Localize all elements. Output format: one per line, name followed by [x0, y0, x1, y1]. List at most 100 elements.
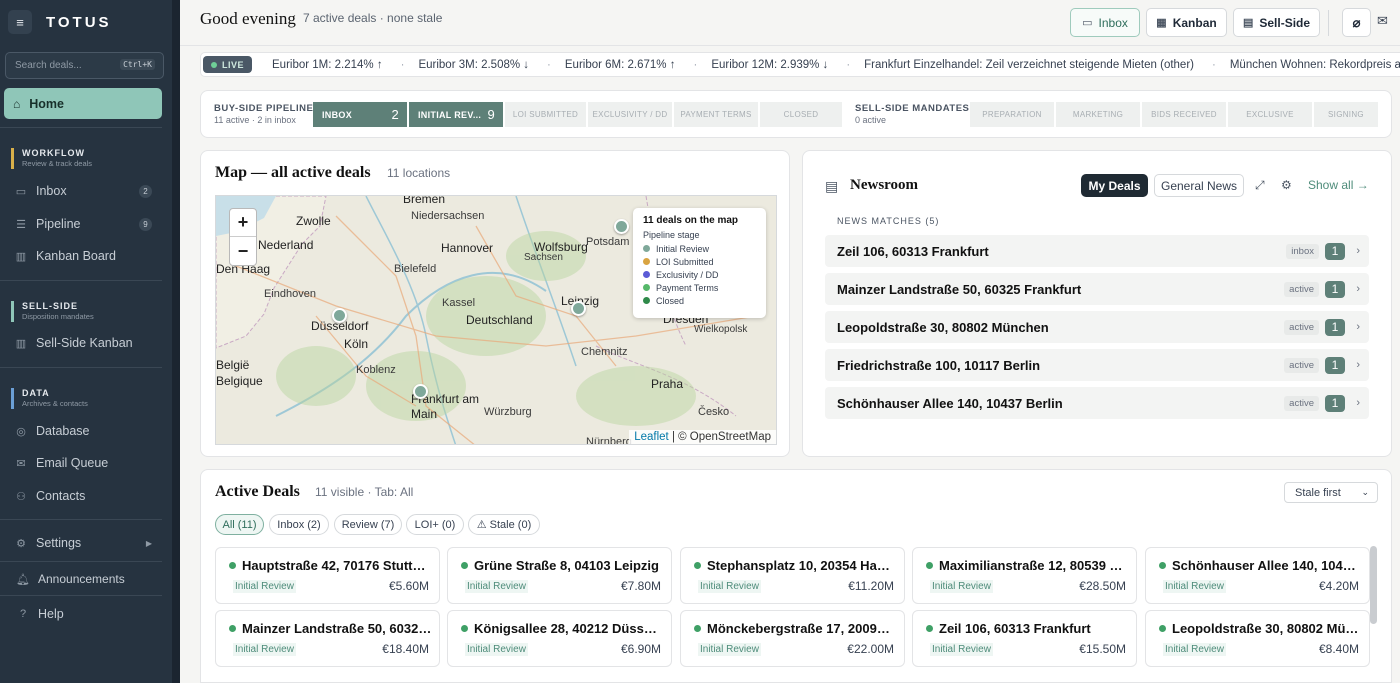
sidebar-item-label: Kanban Board — [36, 249, 116, 263]
stage-bids-received[interactable]: BIDS RECEIVED — [1142, 102, 1226, 127]
deal-stage: Initial Review — [465, 580, 528, 593]
sidebar-item-home[interactable]: ⌂ Home — [4, 88, 162, 119]
sidebar-item-pipeline[interactable]: ☰ Pipeline 9 — [14, 213, 160, 235]
leaflet-link[interactable]: Leaflet — [634, 431, 669, 443]
stage-inbox[interactable]: INBOX 2 — [313, 102, 407, 127]
deal-marker[interactable] — [332, 308, 347, 323]
inbox-button[interactable]: ▭ Inbox — [1070, 8, 1140, 37]
news-match-row[interactable]: Leopoldstraße 30, 80802 München active 1 › — [825, 311, 1369, 343]
stage-exclusivity[interactable]: EXCLUSIVITY / DD — [588, 102, 672, 127]
sidebar-item-label: Database — [36, 424, 90, 438]
count-badge: 1 — [1325, 394, 1345, 412]
stage-closed[interactable]: CLOSED — [760, 102, 842, 127]
deal-marker[interactable] — [614, 219, 629, 234]
city-label: Kassel — [442, 297, 476, 309]
active-deals-title: Active Deals — [215, 483, 300, 500]
osm-attribution[interactable]: | © OpenStreetMap — [672, 431, 771, 443]
list-icon: ☰ — [16, 218, 26, 231]
sell-side-button[interactable]: ▤ Sell-Side — [1233, 8, 1320, 37]
buy-side-subtitle: 11 active · 2 in inbox — [214, 115, 296, 125]
kanban-icon: ▥ — [15, 337, 27, 350]
search-input[interactable]: Search deals... Ctrl+K — [5, 52, 164, 79]
tab-stale[interactable]: ⚠ Stale (0) — [468, 514, 540, 535]
deal-map[interactable]: Bremen Zwolle Niedersachsen Hannover Wol… — [215, 195, 777, 445]
tab-all[interactable]: All (11) — [215, 514, 264, 535]
sidebar-item-label: Pipeline — [36, 217, 81, 231]
status-dot-icon — [1159, 562, 1166, 569]
legend-dot-icon — [643, 284, 650, 291]
news-match-row[interactable]: Mainzer Landstraße 50, 60325 Frankfurt ac… — [825, 273, 1369, 305]
sidebar-item-settings[interactable]: ⚙ Settings ▶ — [14, 532, 160, 554]
news-match-row[interactable]: Zeil 106, 60313 Frankfurt inbox 1 › — [825, 235, 1369, 267]
sidebar-item-announcements[interactable]: 🔔︎ Announcements — [16, 568, 162, 590]
tab-loi[interactable]: LOI+ (0) — [406, 514, 464, 535]
gear-icon[interactable]: ⚙ — [1281, 178, 1292, 192]
section-data: DATA Archives & contacts — [11, 388, 88, 409]
deal-card[interactable]: Schönhauser Allee 140, 10437 Berlin Initi… — [1145, 547, 1370, 604]
city-label: Belgique — [216, 374, 263, 388]
city-label: Deutschland — [466, 313, 533, 327]
kanban-button[interactable]: ▦ Kanban — [1146, 8, 1227, 37]
chevron-right-icon: › — [1356, 283, 1360, 295]
ticker-item[interactable]: München Wohnen: Rekordpreis am Englische… — [1230, 59, 1400, 71]
sidebar-item-email-queue[interactable]: ✉ Email Queue — [14, 452, 160, 474]
deal-marker[interactable] — [413, 384, 428, 399]
sort-value: Stale first — [1295, 486, 1341, 499]
deal-card[interactable]: Mönckebergstraße 17, 20095 Hamburg Initia… — [680, 610, 905, 667]
deal-card[interactable]: Leopoldstraße 30, 80802 München Initial R… — [1145, 610, 1370, 667]
map-subtitle: 11 locations — [387, 166, 451, 180]
stage-initial-review[interactable]: INITIAL REV... 9 — [409, 102, 503, 127]
city-label: Würzburg — [484, 406, 532, 418]
city-label: Koblenz — [356, 364, 396, 376]
sidebar-item-kanban[interactable]: ▥ Kanban Board — [14, 245, 160, 267]
deal-card[interactable]: Hauptstraße 42, 70176 Stuttgart Initial R… — [215, 547, 440, 604]
deal-card[interactable]: Mainzer Landstraße 50, 60325 Frankfurt In… — [215, 610, 440, 667]
legend-item: LOI Submitted — [643, 255, 756, 268]
deal-card[interactable]: Grüne Straße 8, 04103 Leipzig Initial Rev… — [447, 547, 672, 604]
show-all-link[interactable]: Show all → — [1308, 178, 1369, 192]
sidebar-item-contacts[interactable]: ⚇ Contacts — [14, 485, 160, 507]
sidebar-item-sell-side-kanban[interactable]: ▥ Sell-Side Kanban — [14, 332, 160, 354]
deal-marker[interactable] — [571, 301, 586, 316]
legend-label: LOI Submitted — [656, 256, 714, 267]
sidebar-item-database[interactable]: ◎ Database — [14, 420, 160, 442]
ticker-item[interactable]: Frankfurt Einzelhandel: Zeil verzeichnet… — [864, 59, 1194, 71]
deal-card[interactable]: Königsallee 28, 40212 Düsseldorf Initial … — [447, 610, 672, 667]
stage-marketing[interactable]: MARKETING — [1056, 102, 1140, 127]
news-match-row[interactable]: Schönhauser Allee 140, 10437 Berlin activ… — [825, 387, 1369, 419]
stage-loi-submitted[interactable]: LOI SUBMITTED — [505, 102, 586, 127]
stage-exclusive[interactable]: EXCLUSIVE — [1228, 102, 1312, 127]
attachment-button[interactable]: ⌀ — [1342, 8, 1371, 37]
sidebar-item-inbox[interactable]: ▭ Inbox 2 — [14, 180, 160, 202]
city-label: Niedersachsen — [411, 210, 485, 222]
my-deals-tab[interactable]: My Deals — [1081, 174, 1148, 197]
deal-card[interactable]: Stephansplatz 10, 20354 Hamburg Initial R… — [680, 547, 905, 604]
section-subtitle: Disposition mandates — [22, 312, 94, 321]
menu-icon[interactable]: ≡ — [8, 10, 32, 34]
tab-inbox[interactable]: Inbox (2) — [269, 514, 329, 535]
sidebar-item-help[interactable]: ? Help — [16, 603, 162, 625]
general-news-tab[interactable]: General News — [1154, 174, 1244, 197]
deal-card[interactable]: Zeil 106, 60313 Frankfurt Initial Review €… — [912, 610, 1137, 667]
stage-preparation[interactable]: PREPARATION — [970, 102, 1054, 127]
ticker-separator: · — [693, 58, 698, 71]
deal-card[interactable]: Maximilianstraße 12, 80539 München Initia… — [912, 547, 1137, 604]
zoom-in-button[interactable]: + — [230, 209, 256, 237]
news-match-row[interactable]: Friedrichstraße 100, 10117 Berlin active 1… — [825, 349, 1369, 381]
inbox-icon: ▭ — [15, 185, 27, 198]
expand-icon[interactable]: ⤢ — [1255, 178, 1265, 193]
sort-select[interactable]: Stale first ⌄ — [1284, 482, 1378, 503]
mail-icon[interactable]: ✉ — [1377, 13, 1388, 29]
stage-payment-terms[interactable]: PAYMENT TERMS — [674, 102, 758, 127]
status-dot-icon — [229, 562, 236, 569]
city-label: Hannover — [441, 241, 494, 255]
scrollbar-thumb[interactable] — [1370, 546, 1377, 624]
zoom-out-button[interactable]: − — [230, 237, 256, 265]
stage-signing[interactable]: SIGNING — [1314, 102, 1378, 127]
status-dot-icon — [694, 562, 701, 569]
legend-label: Initial Review — [656, 243, 710, 254]
inbox-icon: ▭ — [1082, 17, 1093, 29]
sell-side-button-label: Sell-Side — [1259, 15, 1311, 30]
logo: TOTUS — [46, 13, 112, 31]
tab-review[interactable]: Review (7) — [334, 514, 402, 535]
